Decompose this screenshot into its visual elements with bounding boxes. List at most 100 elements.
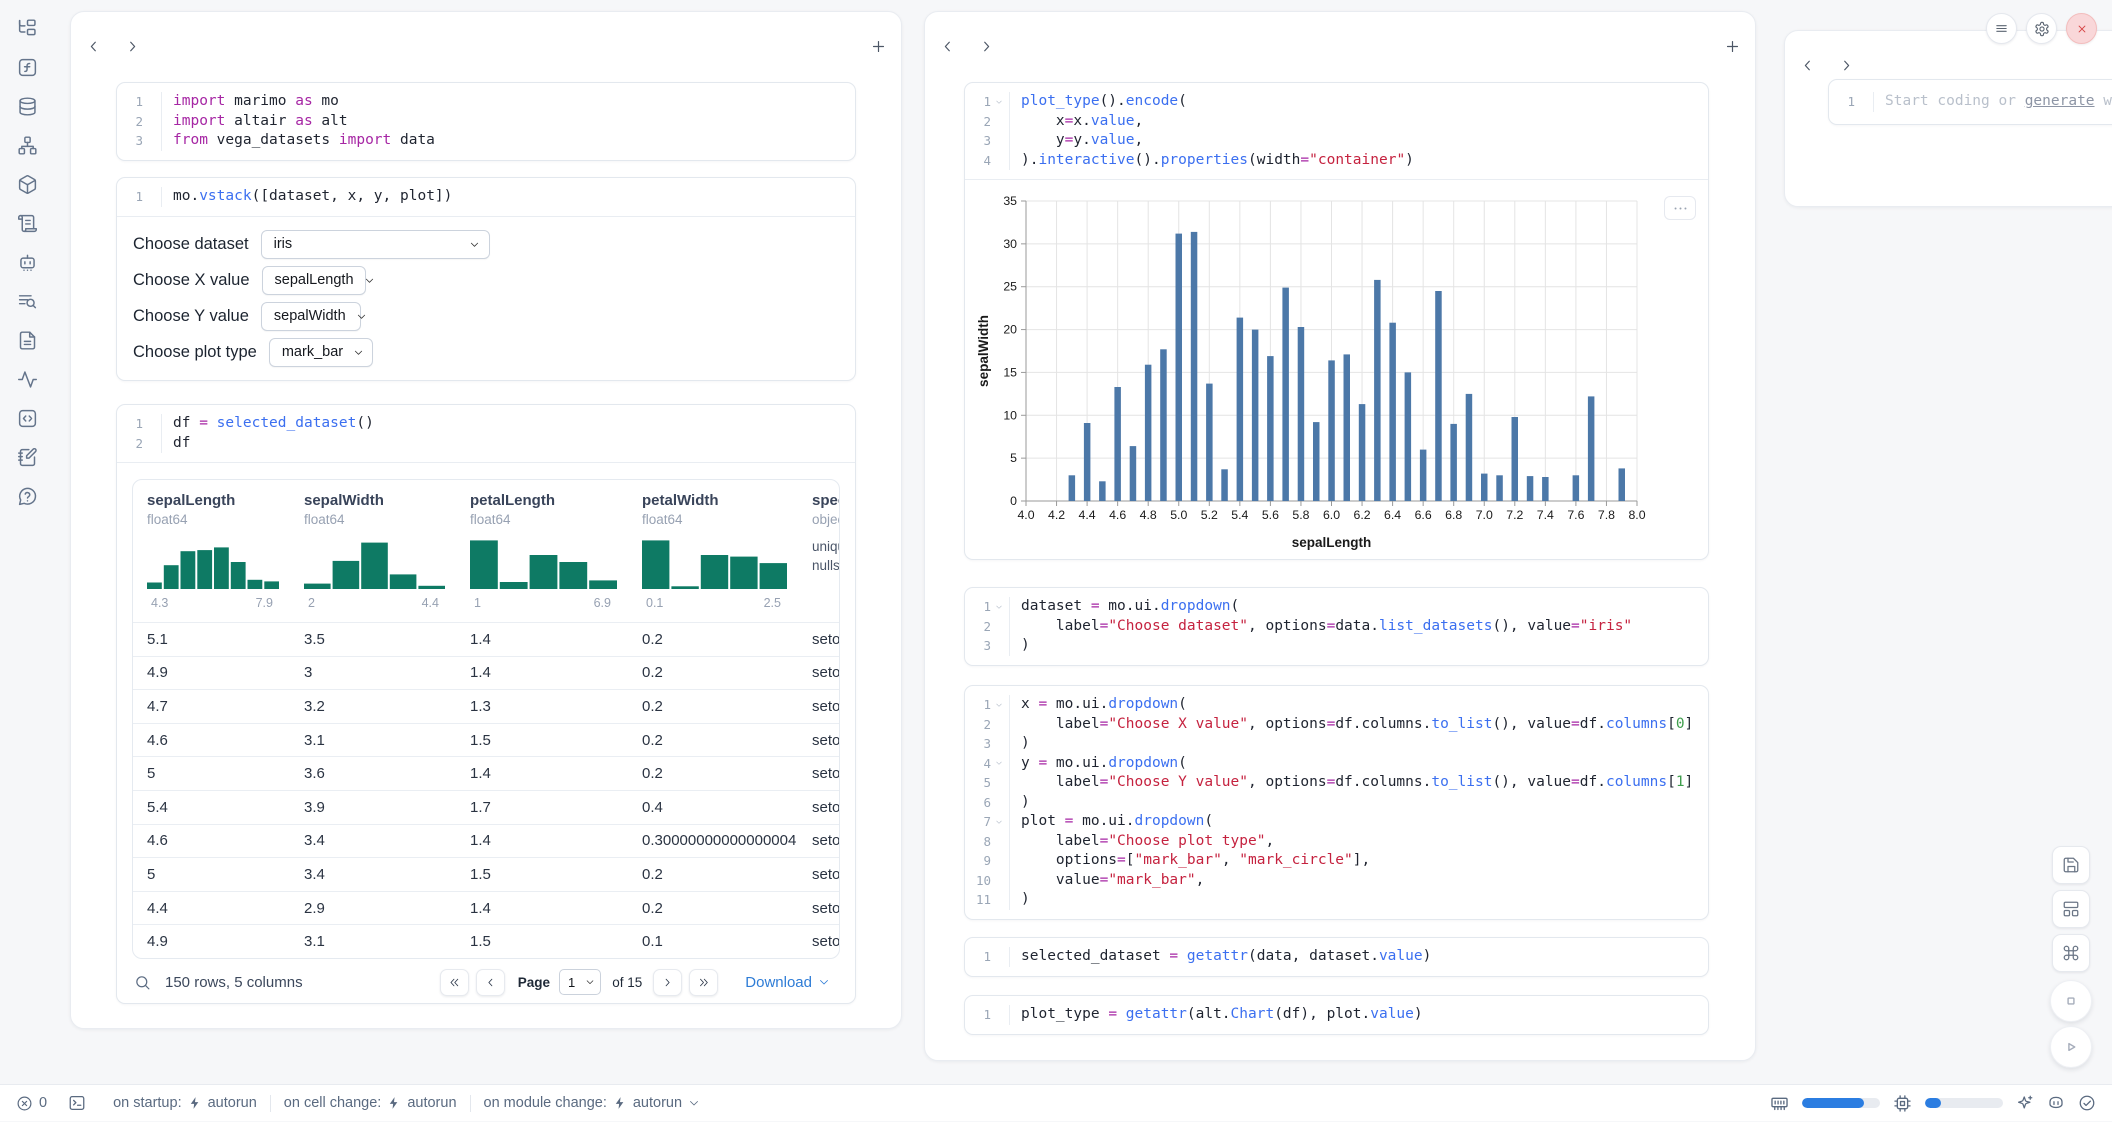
code-line: 1df = selected_dataset() <box>117 414 855 434</box>
save-button[interactable] <box>2052 846 2090 884</box>
svg-text:0: 0 <box>1010 494 1017 508</box>
code-line: 9 options=["mark_bar", "mark_circle"], <box>965 851 1708 871</box>
table-cell: setosa <box>798 656 839 690</box>
code-cell-imports[interactable]: 1import marimo as mo2import altair as al… <box>116 82 856 161</box>
copilot-button[interactable] <box>2047 1094 2065 1112</box>
middle-panel-toolbar <box>939 36 1741 56</box>
close-button[interactable] <box>2066 13 2097 44</box>
close-icon <box>2075 22 2089 36</box>
layout-button[interactable] <box>2052 890 2090 928</box>
code-cell-xy-plot-dropdowns[interactable]: 1x = mo.ui.dropdown(2 label="Choose X va… <box>964 685 1709 920</box>
sidebar-file-text-icon[interactable] <box>15 328 39 352</box>
code-cell-plot-type[interactable]: 1plot_type = getattr(alt.Chart(df), plot… <box>964 995 1709 1035</box>
chevron-right-icon <box>124 38 141 55</box>
sidebar-help-icon[interactable] <box>15 484 39 508</box>
panel-nav-chevron-right[interactable] <box>978 38 995 55</box>
chevron-down-icon[interactable] <box>995 98 1003 106</box>
panel-nav-chevron-left[interactable] <box>1799 57 1816 74</box>
sidebar-file-tree-icon[interactable] <box>15 16 39 40</box>
sidebar-activity-icon[interactable] <box>15 367 39 391</box>
sidebar-scroll-text-icon[interactable] <box>15 211 39 235</box>
previous-page-button[interactable] <box>476 969 505 996</box>
cpu-usage-meter <box>1925 1098 2003 1108</box>
sidebar-list-search-icon[interactable] <box>15 289 39 313</box>
page-select[interactable]: 1 <box>559 969 601 995</box>
settings-button[interactable] <box>2026 13 2057 44</box>
svg-text:sepalLength: sepalLength <box>1292 535 1372 550</box>
panel-nav-chevron-left[interactable] <box>939 38 956 55</box>
code-text: y = mo.ui.dropdown( <box>1009 754 1708 774</box>
line-number: 11 <box>965 890 991 910</box>
sidebar-function-square-icon[interactable] <box>15 55 39 79</box>
sparkles-button[interactable] <box>2016 1094 2034 1112</box>
add-cell-button[interactable] <box>1724 38 1741 55</box>
download-button[interactable]: Download <box>745 974 830 991</box>
chevron-down-icon[interactable] <box>995 701 1003 709</box>
table-cell: 4.4 <box>133 891 290 925</box>
code-cell-selected-dataset[interactable]: 1selected_dataset = getattr(data, datase… <box>964 937 1709 977</box>
notebook-column-right: 1 Start coding or generate with AI <box>1784 30 2112 207</box>
column-histogram <box>147 535 279 594</box>
column-header-sepalWidth: sepalWidthfloat6424.4 <box>290 480 456 622</box>
stop-button[interactable] <box>2050 980 2092 1022</box>
line-number: 4 <box>965 151 991 171</box>
column-header-sepalLength: sepalLengthfloat644.37.9 <box>133 480 290 622</box>
dropdown-choose-plot-type[interactable]: mark_bar <box>269 338 373 367</box>
terminal-button[interactable] <box>68 1094 86 1112</box>
sidebar-bot-icon[interactable] <box>15 250 39 274</box>
code-line: 2 x=x.value, <box>965 112 1708 132</box>
histogram-sepalLength <box>147 535 279 589</box>
svg-text:6.2: 6.2 <box>1353 508 1370 522</box>
table-cell: setosa <box>798 689 839 723</box>
command-palette-button[interactable] <box>2052 934 2090 972</box>
dropdown-choose-y-value[interactable]: sepalWidth <box>261 302 361 331</box>
menu-button[interactable] <box>1986 13 2017 44</box>
code-cell-dataset-dropdown[interactable]: 1dataset = mo.ui.dropdown(2 label="Choos… <box>964 587 1709 666</box>
empty-code-cell[interactable]: 1 Start coding or generate with AI <box>1828 79 2112 125</box>
table-cell: setosa <box>798 723 839 757</box>
check-circle-button[interactable] <box>2078 1094 2096 1112</box>
sepalwidth-by-sepallength-bar-chart[interactable]: 4.04.24.44.64.85.05.25.45.65.86.06.26.46… <box>975 188 1702 560</box>
svg-text:4.0: 4.0 <box>1017 508 1034 522</box>
sidebar-workflow-icon[interactable] <box>15 133 39 157</box>
dropdown-choose-x-value[interactable]: sepalLength <box>262 266 366 295</box>
sidebar-package-icon[interactable] <box>15 172 39 196</box>
sidebar-code-square-icon[interactable] <box>15 406 39 430</box>
code-cell-vstack[interactable]: 1mo.vstack([dataset, x, y, plot]) Choose… <box>116 177 856 381</box>
autorun-value: autorun <box>407 1095 456 1111</box>
autorun-setting-3[interactable]: on module change:autorun <box>484 1095 701 1111</box>
next-page-button[interactable] <box>653 969 682 996</box>
dropdown-choose-dataset[interactable]: iris <box>261 230 490 259</box>
search-icon[interactable] <box>134 974 151 991</box>
code-text: import altair as alt <box>161 112 855 132</box>
sidebar-database-icon[interactable] <box>15 94 39 118</box>
line-number: 1 <box>117 92 143 112</box>
panel-nav-chevron-right[interactable] <box>1838 57 1855 74</box>
table-cell: 1.5 <box>456 723 628 757</box>
code-editor[interactable]: 1plot_type().encode(2 x=x.value,3 y=y.va… <box>965 92 1708 170</box>
code-line: 3) <box>965 734 1708 754</box>
first-page-button[interactable] <box>440 969 469 996</box>
dataframe-table: sepalLengthfloat644.37.9sepalWidthfloat6… <box>132 479 840 959</box>
generate-with-ai-link[interactable]: generate <box>2025 93 2095 109</box>
panel-nav-chevron-left[interactable] <box>85 38 102 55</box>
error-indicator[interactable]: 0 <box>16 1095 47 1112</box>
chevron-down-icon[interactable] <box>995 603 1003 611</box>
chevron-down-icon <box>688 1097 700 1109</box>
autorun-setting-1[interactable]: on startup:autorun <box>113 1095 257 1111</box>
fold-marker <box>143 434 158 454</box>
code-cell-plot[interactable]: 1plot_type().encode(2 x=x.value,3 y=y.va… <box>964 82 1709 560</box>
sidebar-notebook-pen-icon[interactable] <box>15 445 39 469</box>
table-cell: 4.6 <box>133 824 290 858</box>
panel-nav-chevron-right[interactable] <box>124 38 141 55</box>
add-cell-button[interactable] <box>870 38 887 55</box>
run-button[interactable] <box>2050 1026 2092 1068</box>
chevron-down-icon[interactable] <box>995 818 1003 826</box>
code-editor[interactable]: 1mo.vstack([dataset, x, y, plot]) <box>117 187 855 207</box>
chart-menu-button[interactable] <box>1664 196 1696 220</box>
chevron-down-icon[interactable] <box>995 759 1003 767</box>
autorun-setting-2[interactable]: on cell change:autorun <box>284 1095 457 1111</box>
code-editor[interactable]: 1df = selected_dataset()2df <box>117 414 855 453</box>
table-cell: 4.6 <box>133 723 290 757</box>
last-page-button[interactable] <box>689 969 718 996</box>
